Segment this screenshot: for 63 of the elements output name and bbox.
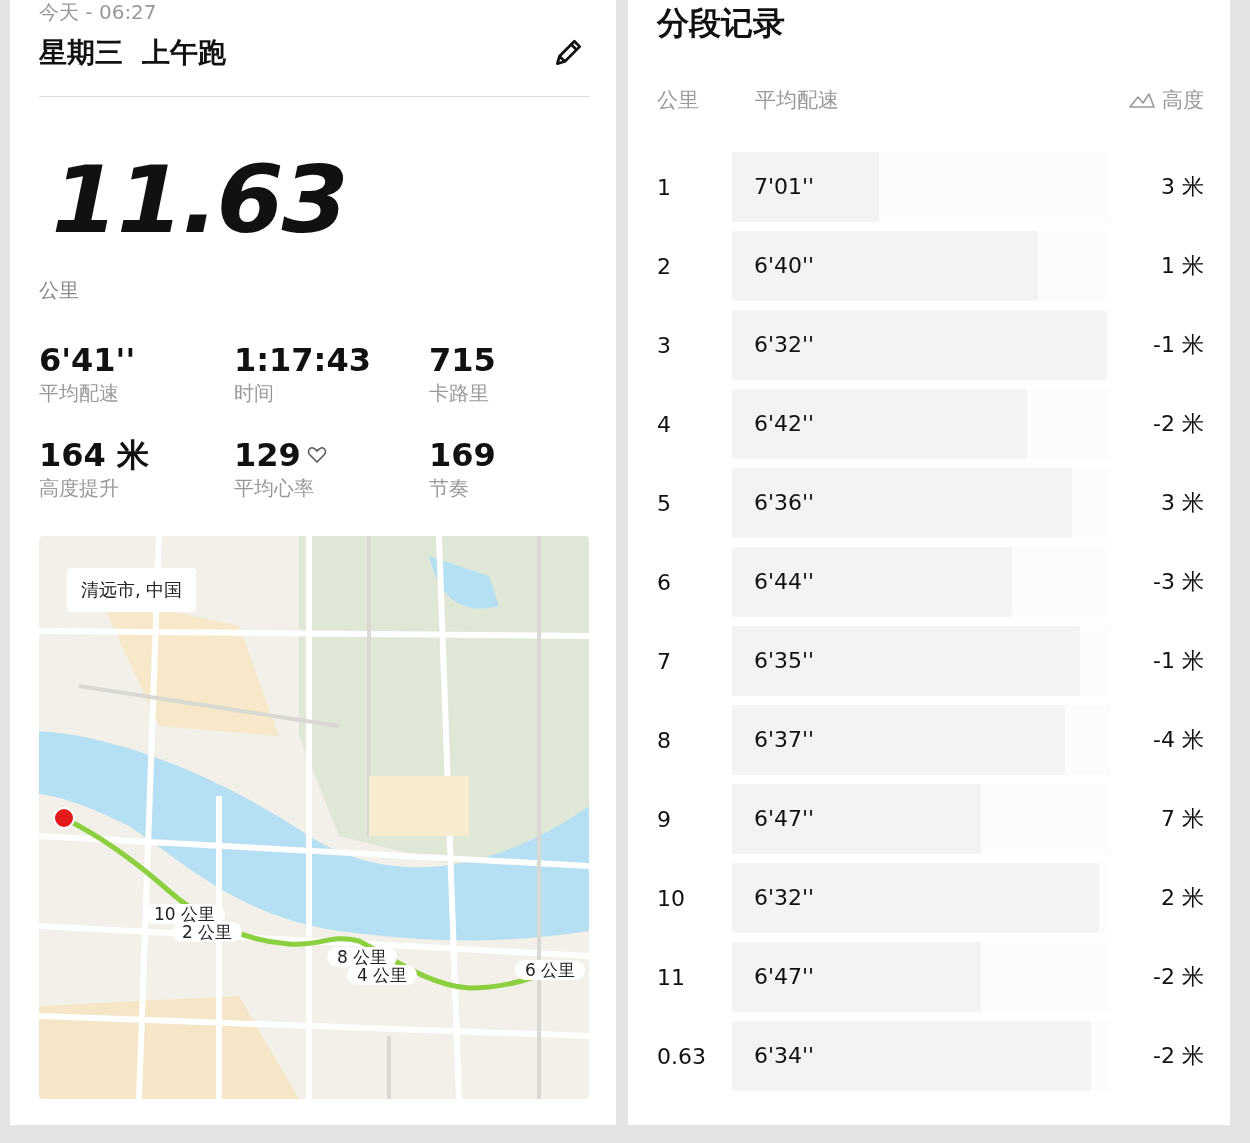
split-pace: 6'47'' bbox=[754, 806, 815, 831]
column-header: 平均配速 bbox=[755, 87, 840, 114]
split-km: 1 bbox=[657, 174, 672, 200]
split-km: 7 bbox=[657, 648, 672, 674]
distance-marker: 4 公里 bbox=[347, 965, 418, 985]
split-pace: 6'32'' bbox=[754, 332, 815, 357]
split-km: 10 bbox=[657, 885, 686, 911]
column-header: 公里 bbox=[657, 87, 700, 114]
splits-title: 分段记录 bbox=[657, 3, 786, 44]
stat-label: 卡路里 bbox=[429, 380, 490, 407]
split-pace: 6'35'' bbox=[754, 648, 815, 673]
split-elevation: -4 米 bbox=[1152, 726, 1204, 754]
stat-value: 169 bbox=[429, 437, 496, 473]
stat-label: 时间 bbox=[234, 380, 275, 407]
mountain-icon bbox=[1128, 91, 1156, 109]
split-km: 5 bbox=[657, 490, 672, 516]
split-pace: 6'47'' bbox=[754, 964, 815, 989]
split-km: 9 bbox=[657, 806, 672, 832]
distance-marker: 8 公里 bbox=[327, 947, 398, 967]
split-elevation: 3 米 bbox=[1160, 173, 1204, 201]
split-elevation: -2 米 bbox=[1152, 1042, 1204, 1070]
stat-label: 节奏 bbox=[429, 475, 470, 502]
split-km: 8 bbox=[657, 727, 672, 753]
column-header: 高度 bbox=[1162, 87, 1204, 114]
split-pace: 6'37'' bbox=[754, 727, 815, 752]
split-elevation: -1 米 bbox=[1152, 647, 1204, 675]
distance-value: 11.63 bbox=[50, 146, 348, 256]
stat-value: 6'41'' bbox=[39, 342, 136, 378]
stat-label: 平均配速 bbox=[39, 380, 120, 407]
split-km: 3 bbox=[657, 332, 672, 358]
split-elevation: 2 米 bbox=[1160, 884, 1204, 912]
split-pace: 6'32'' bbox=[754, 885, 815, 910]
stat-value: 1:17:43 bbox=[234, 342, 371, 378]
split-elevation: -1 米 bbox=[1152, 331, 1204, 359]
split-pace: 6'44'' bbox=[754, 569, 815, 594]
split-elevation: -2 米 bbox=[1152, 410, 1204, 438]
stat-label: 高度提升 bbox=[39, 475, 120, 502]
split-pace: 6'34'' bbox=[754, 1043, 815, 1068]
distance-unit: 公里 bbox=[39, 277, 80, 304]
stat-value: 164 米 bbox=[39, 437, 149, 473]
distance-marker: 2 公里 bbox=[172, 922, 243, 942]
activity-title: 星期三 上午跑 bbox=[39, 35, 227, 71]
stat-value: 129 bbox=[234, 437, 301, 473]
split-pace: 7'01'' bbox=[754, 174, 815, 199]
split-elevation: 1 米 bbox=[1160, 252, 1204, 280]
stat-label: 平均心率 bbox=[234, 475, 315, 502]
split-km: 4 bbox=[657, 411, 672, 437]
split-km: 11 bbox=[657, 964, 686, 990]
split-km: 2 bbox=[657, 253, 672, 279]
place-label: 清远市, 中国 bbox=[67, 568, 197, 612]
split-elevation: 7 米 bbox=[1160, 805, 1204, 833]
split-elevation: -2 米 bbox=[1152, 963, 1204, 991]
split-pace: 6'40'' bbox=[754, 253, 815, 278]
stat-value: 715 bbox=[429, 342, 496, 378]
split-km: 6 bbox=[657, 569, 672, 595]
split-elevation: 3 米 bbox=[1160, 489, 1204, 517]
split-km: 0.63 bbox=[657, 1043, 707, 1069]
distance-marker: 6 公里 bbox=[515, 960, 586, 980]
split-elevation: -3 米 bbox=[1152, 568, 1204, 596]
split-pace: 6'42'' bbox=[754, 411, 815, 436]
heart-icon bbox=[306, 445, 327, 465]
split-pace: 6'36'' bbox=[754, 490, 815, 515]
activity-date: 今天 - 06:27 bbox=[39, 0, 158, 26]
